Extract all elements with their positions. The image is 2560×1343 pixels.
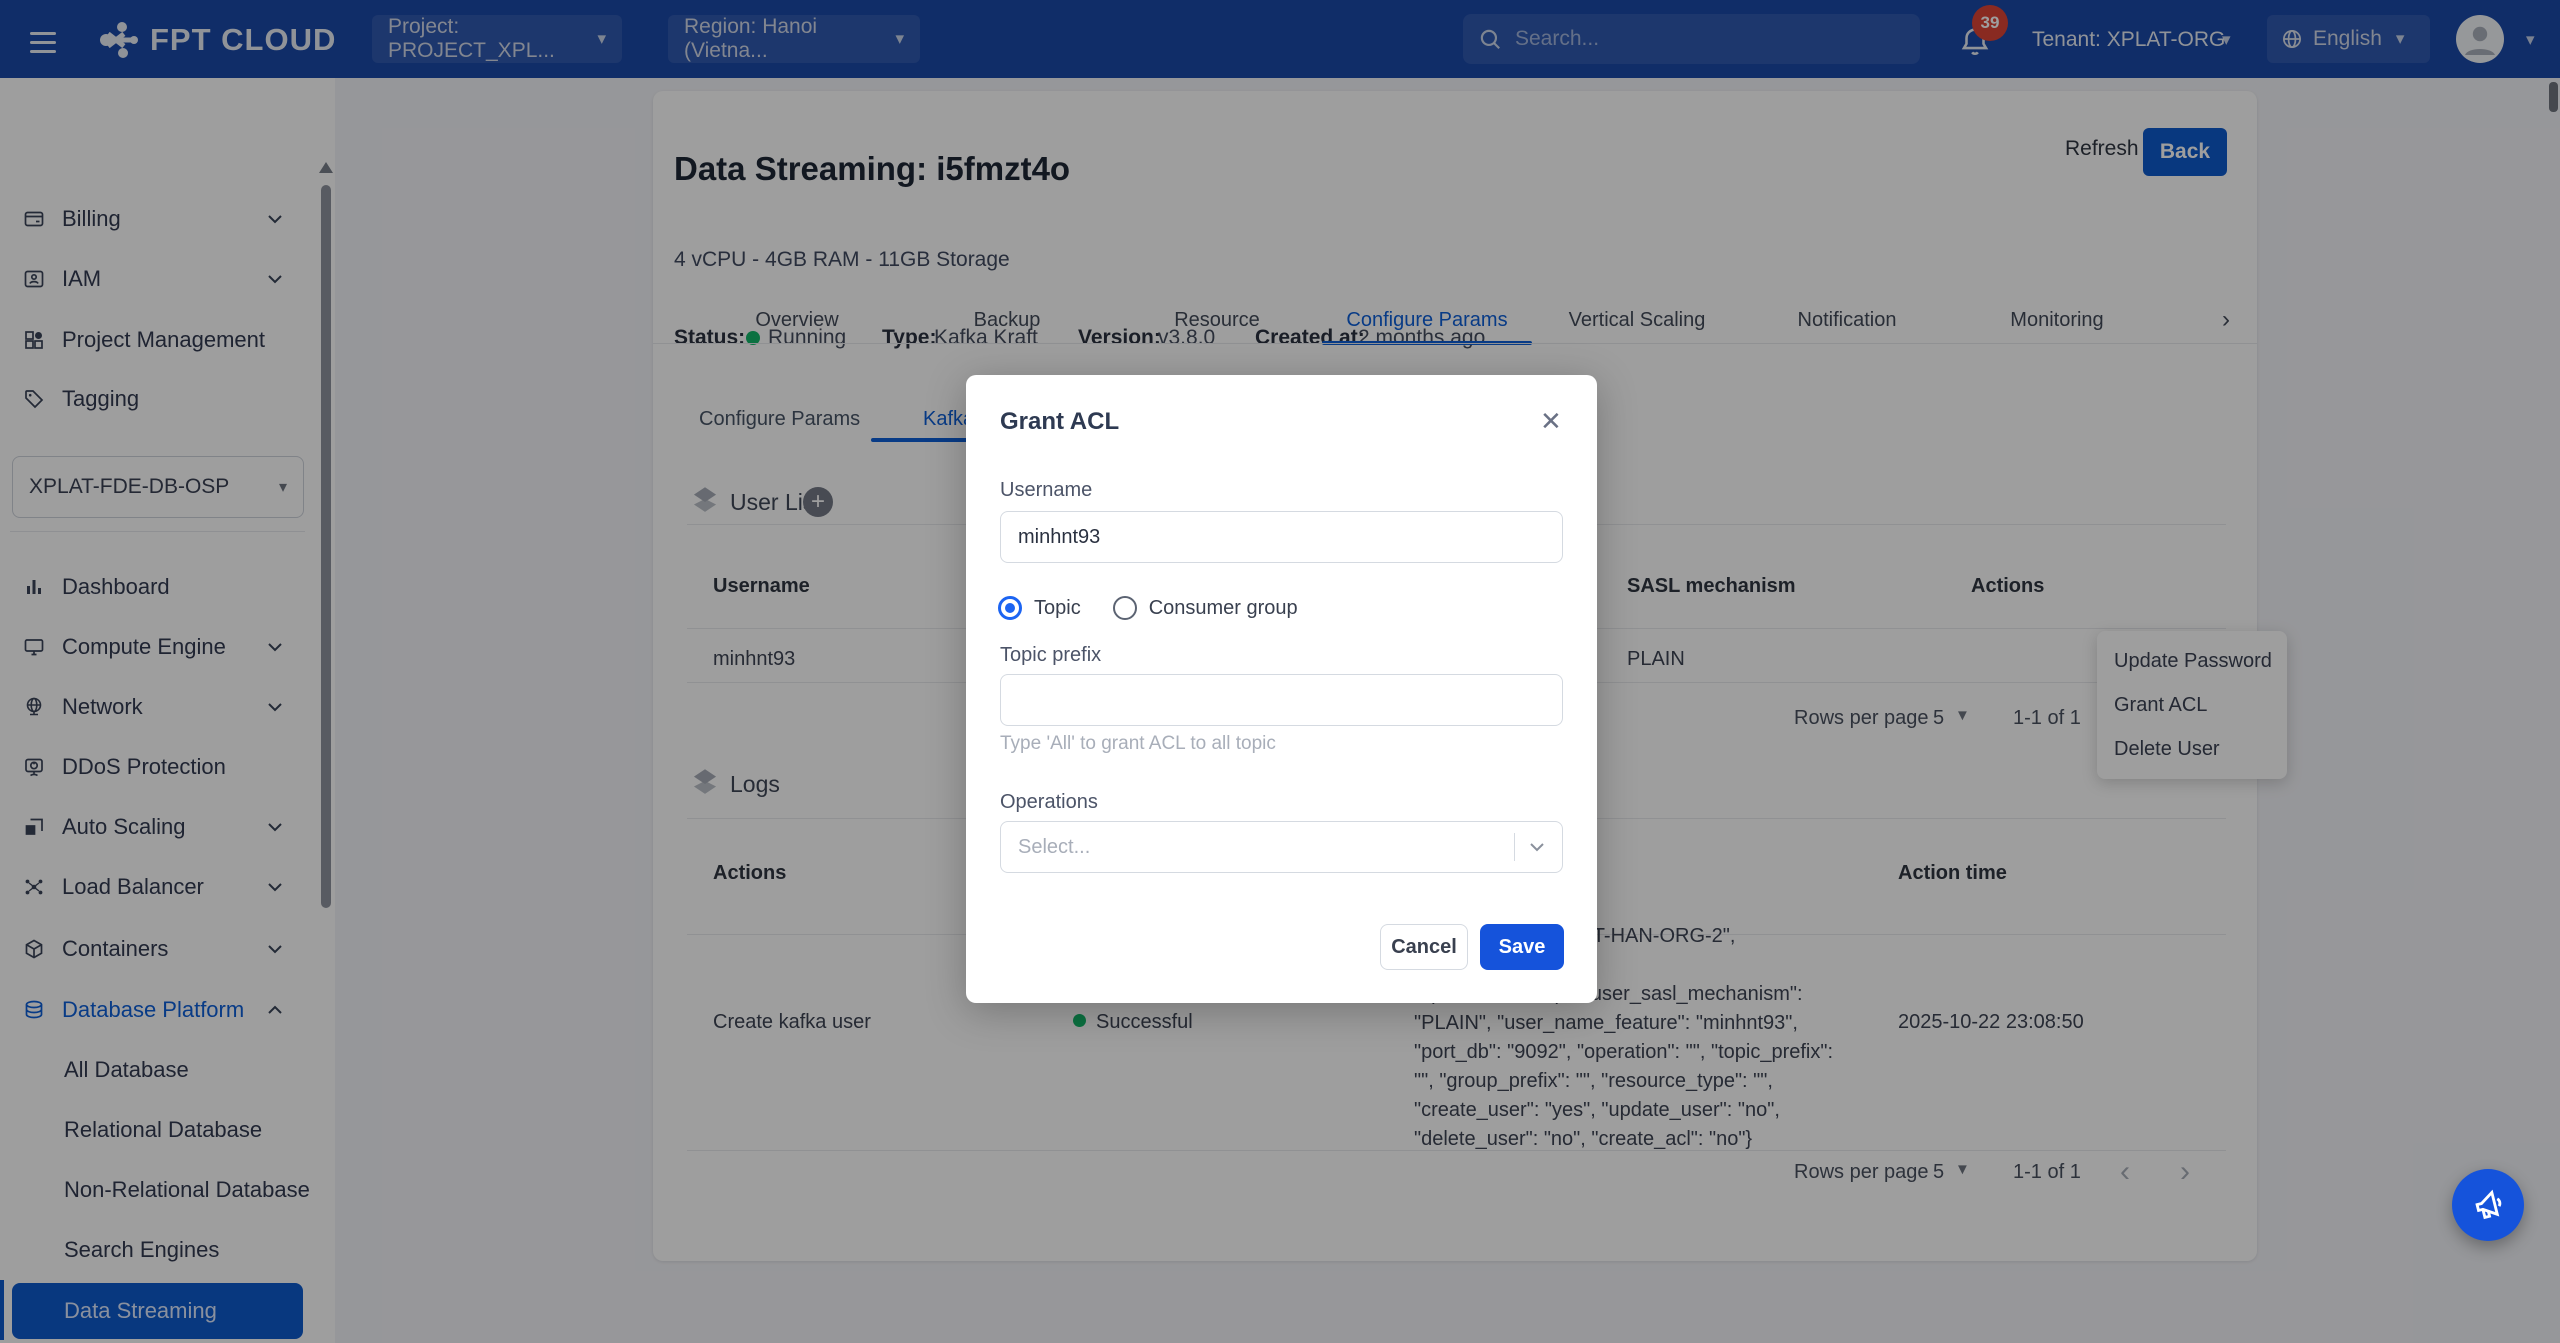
divider: [1514, 833, 1515, 861]
megaphone-icon: [2470, 1187, 2506, 1223]
resource-type-radios: Topic Consumer group: [998, 596, 1298, 620]
screen: FPT CLOUD Project: PROJECT_XPL... ▾ Regi…: [0, 0, 2560, 1343]
operations-select[interactable]: Select...: [1000, 821, 1563, 873]
cancel-button[interactable]: Cancel: [1380, 924, 1468, 970]
topic-prefix-label: Topic prefix: [1000, 644, 1101, 667]
save-button[interactable]: Save: [1480, 924, 1564, 970]
modal-title: Grant ACL: [1000, 408, 1119, 436]
radio-consumer-group-label: Consumer group: [1149, 597, 1298, 620]
topic-prefix-helper: Type 'All' to grant ACL to all topic: [1000, 733, 1276, 755]
radio-topic[interactable]: [998, 596, 1022, 620]
username-label: Username: [1000, 479, 1092, 502]
username-field[interactable]: [1000, 511, 1563, 563]
operations-select-placeholder: Select...: [1018, 836, 1514, 859]
operations-label: Operations: [1000, 791, 1098, 814]
chevron-down-icon: [1529, 842, 1545, 852]
announcement-fab[interactable]: [2452, 1169, 2524, 1241]
topic-prefix-field[interactable]: [1000, 674, 1563, 726]
close-icon[interactable]: ✕: [1540, 406, 1562, 437]
radio-topic-label: Topic: [1034, 597, 1081, 620]
radio-consumer-group[interactable]: [1113, 596, 1137, 620]
